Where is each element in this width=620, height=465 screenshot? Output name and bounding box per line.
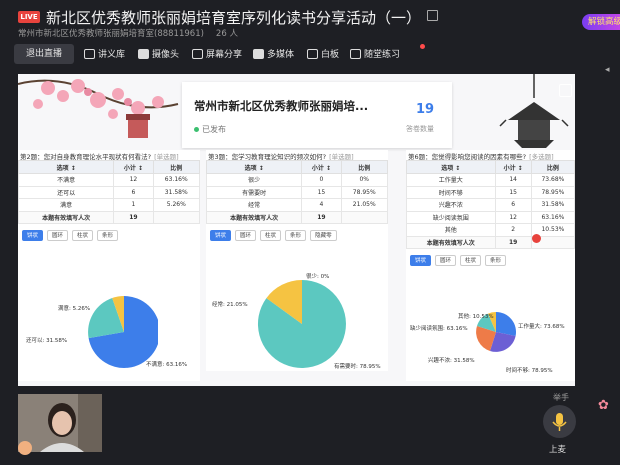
survey-summary-card: 常州市新北区优秀教师张丽娟培... 已发布 19 答卷数量 bbox=[182, 82, 452, 148]
top-bar: LIVE 新北区优秀教师张丽娟培育室序列化读书分享活动（一） 常州市新北区优秀教… bbox=[0, 0, 620, 42]
chart-ring-button[interactable]: 圆环 bbox=[435, 255, 457, 266]
pie-label: 时间不够: 78.95% bbox=[506, 368, 553, 374]
table-row: 还可以 6 31.58% bbox=[18, 185, 200, 199]
chart-ring-button[interactable]: 圆环 bbox=[235, 230, 257, 241]
chart-bar-button[interactable]: 条形 bbox=[97, 230, 119, 241]
shared-slide: 常州市新北区优秀教师张丽娟培... 已发布 19 答卷数量 第2题：您对自身教育… bbox=[18, 74, 575, 386]
chart-column-button[interactable]: 柱状 bbox=[72, 230, 94, 241]
table-row: 很少 0 0% bbox=[206, 173, 388, 187]
whiteboard-icon bbox=[307, 48, 318, 59]
question-panel-2: 第2题：您对自身教育理论水平现状有何看法? [单选题] 选项 ↕ 小计 ↕ 比例 不满… bbox=[18, 150, 200, 381]
toolbar: 退出直播 讲义库 摄像头 屏幕分享 多媒体 白板 随堂练习 bbox=[14, 44, 580, 66]
chart-column-button[interactable]: 柱状 bbox=[460, 255, 482, 266]
flower-icon[interactable]: ✿ bbox=[598, 398, 609, 413]
page-title: 新北区优秀教师张丽娟培育室序列化读书分享活动（一） bbox=[46, 9, 422, 27]
play-icon bbox=[253, 48, 264, 59]
table-row: 工作量大 14 73.68% bbox=[406, 173, 575, 187]
question-panel-6: 第6题：您觉得影响您阅读的因素有哪些? [多选题] 选项 ↕ 小计 ↕ 比例 工作量大… bbox=[406, 150, 575, 381]
table-row: 兴趣不浓 6 31.58% bbox=[406, 198, 575, 212]
table-row: 其他 2 10.53% bbox=[406, 223, 575, 237]
chart-type-buttons: 饼状 圆环 柱状 条形 bbox=[18, 224, 200, 241]
avatar-icon bbox=[18, 441, 32, 455]
question-title: 第6题：您觉得影响您阅读的因素有哪些? [多选题] bbox=[408, 153, 554, 161]
unlock-premium-button[interactable]: 解锁高级 bbox=[582, 14, 620, 30]
microphone-icon bbox=[552, 413, 567, 431]
table-row: 有需要时 15 78.95% bbox=[206, 185, 388, 199]
exit-live-button[interactable]: 退出直播 bbox=[14, 44, 74, 64]
question-title: 第2题：您对自身教育理论水平现状有何看法? [单选题] bbox=[20, 153, 179, 161]
table-total-row: 本题有效填写人次 19 bbox=[206, 210, 388, 224]
pointer-marker bbox=[532, 234, 541, 243]
camera-icon bbox=[138, 48, 149, 59]
survey-title: 常州市新北区优秀教师张丽娟培... bbox=[194, 99, 369, 113]
pie-label: 工作量大: 73.68% bbox=[518, 324, 565, 330]
chart-pie-button[interactable]: 饼状 bbox=[210, 230, 232, 241]
toolbar-item-exercise[interactable]: 随堂练习 bbox=[350, 47, 400, 60]
table-row: 时间不够 15 78.95% bbox=[406, 185, 575, 199]
answer-count-label: 答卷数量 bbox=[406, 125, 434, 133]
toolbar-item-handouts[interactable]: 讲义库 bbox=[84, 47, 125, 60]
chart-type-buttons: 饼状 圆环 柱状 条形 隐藏零 bbox=[206, 224, 388, 241]
chart-column-button[interactable]: 柱状 bbox=[260, 230, 282, 241]
room-id: (88811961) bbox=[154, 29, 204, 39]
viewer-count: 26 人 bbox=[215, 29, 238, 39]
microphone-button[interactable] bbox=[543, 405, 576, 438]
pie-label: 满意: 5.26% bbox=[58, 306, 91, 312]
notification-dot bbox=[420, 44, 425, 49]
chart-bar-button[interactable]: 条形 bbox=[485, 255, 507, 266]
chart-bar-button[interactable]: 条形 bbox=[285, 230, 307, 241]
pie-label: 很少: 0% bbox=[306, 274, 330, 280]
room-info: 常州市新北区优秀教师张丽娟培育室(88811961) 26 人 bbox=[18, 27, 238, 39]
pie-label: 有需要时: 78.95% bbox=[334, 364, 381, 370]
pie-chart bbox=[257, 280, 346, 368]
toolbar-item-whiteboard[interactable]: 白板 bbox=[307, 47, 339, 60]
toolbar-item-media[interactable]: 多媒体 bbox=[253, 47, 294, 60]
pie-label: 其他: 10.53% bbox=[458, 314, 494, 320]
fullscreen-icon[interactable] bbox=[559, 84, 572, 97]
table-row: 缺少阅读氛围 12 63.16% bbox=[406, 210, 575, 224]
table-total-row: 本题有效填写人次 19 bbox=[18, 210, 200, 224]
raise-hand-label: 举手 bbox=[553, 393, 569, 402]
result-table: 选项 ↕ 小计 ↕ 比例 很少 0 0% 有需要时 15 78.95% 经常 4 21.05% … bbox=[206, 160, 388, 224]
screen-share-icon bbox=[192, 48, 203, 59]
question-panel-3: 第3题：您学习教育理论知识的频次如何? [单选题] 选项 ↕ 小计 ↕ 比例 很少 0 0… bbox=[206, 150, 388, 371]
pie-label: 还可以: 31.58% bbox=[26, 338, 68, 344]
table-row: 经常 4 21.05% bbox=[206, 198, 388, 212]
chart-pie-button[interactable]: 饼状 bbox=[410, 255, 432, 266]
hide-zero-button[interactable]: 隐藏零 bbox=[310, 230, 337, 241]
pie-label: 不满意: 63.16% bbox=[146, 362, 188, 368]
toolbar-item-screen-share[interactable]: 屏幕分享 bbox=[192, 47, 242, 60]
result-table: 选项 ↕ 小计 ↕ 比例 不满意 12 63.16% 还可以 6 31.58% 满意 1 5.2… bbox=[18, 160, 200, 224]
toolbar-item-camera[interactable]: 摄像头 bbox=[138, 47, 179, 60]
pie-label: 兴趣不浓: 31.58% bbox=[428, 358, 475, 364]
collapse-arrow-icon[interactable]: ◂ bbox=[605, 65, 620, 75]
document-icon bbox=[84, 48, 95, 59]
table-row: 不满意 12 63.16% bbox=[18, 173, 200, 187]
exercise-icon bbox=[350, 48, 361, 59]
table-row: 满意 1 5.26% bbox=[18, 198, 200, 212]
status-dot bbox=[194, 127, 199, 132]
blossom-decoration bbox=[18, 79, 179, 138]
publish-status: 已发布 bbox=[194, 124, 226, 135]
answer-count: 19 bbox=[415, 102, 435, 117]
table-total-row: 本题有效填写人次 19 bbox=[406, 235, 575, 249]
question-title: 第3题：您学习教育理论知识的频次如何? [单选题] bbox=[208, 153, 354, 161]
chart-pie-button[interactable]: 饼状 bbox=[22, 230, 44, 241]
pie-label: 缺少阅读氛围: 63.16% bbox=[410, 326, 468, 332]
pie-label: 经常: 21.05% bbox=[212, 302, 248, 308]
result-table: 选项 ↕ 小计 ↕ 比例 工作量大 14 73.68% 时间不够 15 78.95% 兴趣不… bbox=[406, 160, 575, 249]
external-link-icon[interactable] bbox=[427, 10, 438, 21]
chart-ring-button[interactable]: 圆环 bbox=[47, 230, 69, 241]
pie-slice bbox=[496, 312, 517, 336]
live-badge: LIVE bbox=[18, 11, 40, 23]
mic-label: 上麦 bbox=[549, 445, 567, 455]
chart-type-buttons: 饼状 圆环 柱状 条形 bbox=[406, 249, 575, 266]
room-name: 常州市新北区优秀教师张丽娟培育室 bbox=[18, 29, 155, 39]
